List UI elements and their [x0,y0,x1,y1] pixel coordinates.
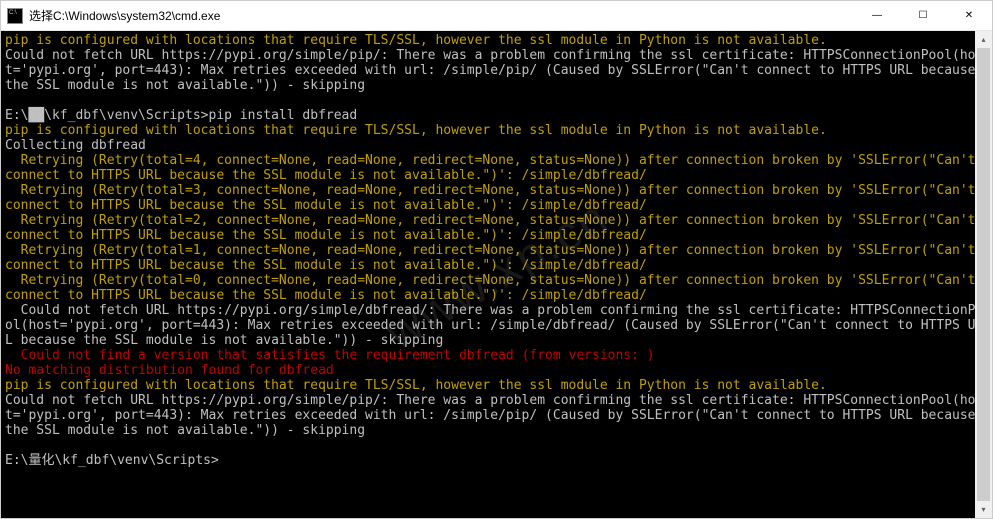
terminal-content[interactable]: pip is configured with locations that re… [5,33,988,468]
maximize-button[interactable]: ☐ [900,1,946,31]
terminal-line: Retrying (Retry(total=2, connect=None, r… [5,213,988,243]
terminal-area[interactable]: pip is configured with locations that re… [1,31,992,518]
terminal-line: E:\量化\kf_dbf\venv\Scripts> [5,453,988,468]
terminal-line [5,438,988,453]
terminal-line: pip is configured with locations that re… [5,378,988,393]
scroll-thumb[interactable] [977,48,990,501]
window-title: 选择C:\Windows\system32\cmd.exe [29,7,854,24]
terminal-line: Could not fetch URL https://pypi.org/sim… [5,48,988,93]
terminal-line: Could not fetch URL https://pypi.org/sim… [5,303,988,348]
terminal-line: Retrying (Retry(total=4, connect=None, r… [5,153,988,183]
cmd-icon [7,8,23,24]
terminal-line: Retrying (Retry(total=0, connect=None, r… [5,273,988,303]
terminal-line: E:\██\kf_dbf\venv\Scripts>pip install db… [5,108,988,123]
terminal-line: Could not fetch URL https://pypi.org/sim… [5,393,988,438]
terminal-line: Retrying (Retry(total=1, connect=None, r… [5,243,988,273]
terminal-line: Collecting dbfread [5,138,988,153]
window-controls: — ☐ ✕ [854,1,992,31]
scroll-track[interactable] [975,48,992,501]
terminal-line: pip is configured with locations that re… [5,33,988,48]
terminal-line [5,93,988,108]
cmd-window: 选择C:\Windows\system32\cmd.exe — ☐ ✕ pip … [0,0,993,519]
terminal-line: Could not find a version that satisfies … [5,348,988,363]
scroll-up-arrow[interactable]: ▴ [975,31,992,48]
minimize-button[interactable]: — [854,1,900,31]
titlebar[interactable]: 选择C:\Windows\system32\cmd.exe — ☐ ✕ [1,1,992,31]
terminal-line: Retrying (Retry(total=3, connect=None, r… [5,183,988,213]
terminal-line: No matching distribution found for dbfre… [5,363,988,378]
scroll-down-arrow[interactable]: ▾ [975,501,992,518]
vertical-scrollbar[interactable]: ▴ ▾ [975,31,992,518]
close-button[interactable]: ✕ [946,1,992,31]
terminal-line: pip is configured with locations that re… [5,123,988,138]
